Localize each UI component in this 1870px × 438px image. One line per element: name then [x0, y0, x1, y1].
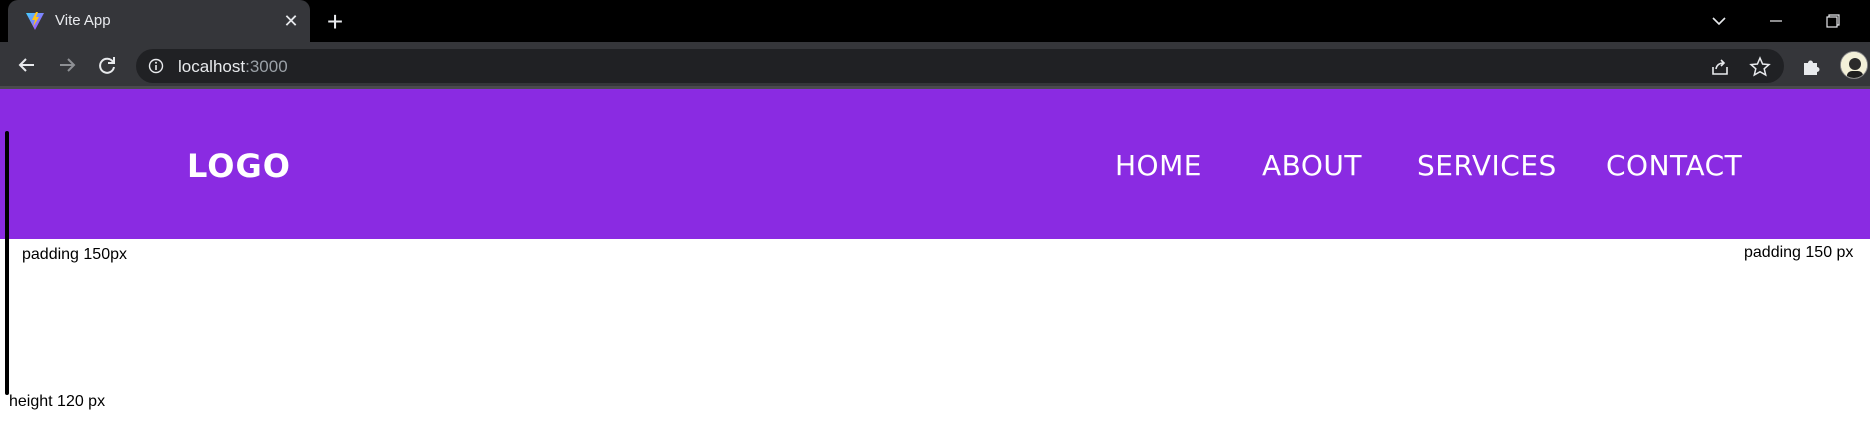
- padding-left-note: padding 150px: [22, 246, 127, 263]
- nav-contact[interactable]: CONTACT: [1606, 149, 1742, 182]
- address-bar[interactable]: localhost:3000: [136, 49, 1784, 83]
- new-tab-button[interactable]: +: [322, 8, 348, 36]
- nav-home[interactable]: HOME: [1115, 149, 1202, 182]
- back-arrow-icon[interactable]: [13, 51, 41, 79]
- nav-services[interactable]: SERVICES: [1417, 149, 1557, 182]
- share-icon[interactable]: [1709, 56, 1731, 78]
- main-nav: HOME ABOUT SERVICES CONTACT: [0, 149, 1870, 189]
- restore-icon[interactable]: [1820, 8, 1846, 34]
- profile-picture-icon: [1841, 52, 1867, 78]
- tab-close-icon[interactable]: ✕: [280, 10, 302, 32]
- height-indicator-bar: [5, 131, 9, 395]
- browser-toolbar: localhost:3000: [0, 42, 1870, 88]
- browser-tab[interactable]: Vite App ✕: [8, 0, 310, 42]
- tab-search-chevron-icon[interactable]: [1706, 8, 1732, 34]
- padding-right-note: padding 150 px: [1744, 244, 1854, 261]
- vite-logo-icon: [26, 12, 44, 30]
- forward-arrow-icon[interactable]: [53, 51, 81, 79]
- url-text: localhost:3000: [178, 57, 288, 77]
- bookmark-star-icon[interactable]: [1749, 56, 1771, 78]
- minimize-icon[interactable]: [1763, 8, 1789, 34]
- height-note: height 120 px: [9, 393, 106, 410]
- reload-icon[interactable]: [93, 51, 121, 79]
- site-info-icon[interactable]: [148, 58, 164, 74]
- nav-about[interactable]: ABOUT: [1262, 149, 1362, 182]
- url-port: :3000: [245, 57, 288, 76]
- extensions-puzzle-icon[interactable]: [1800, 55, 1822, 77]
- tab-title: Vite App: [55, 12, 111, 29]
- browser-tab-bar: Vite App ✕ +: [0, 0, 1870, 42]
- url-host: localhost: [178, 57, 246, 76]
- profile-avatar[interactable]: [1840, 51, 1868, 79]
- site-header: LOGO HOME ABOUT SERVICES CONTACT: [0, 89, 1870, 239]
